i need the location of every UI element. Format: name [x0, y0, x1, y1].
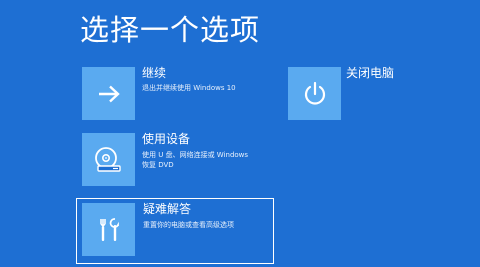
use-device-option[interactable]: 使用设备 使用 U 盘、网络连接或 Windows 恢复 DVD: [80, 132, 260, 195]
disc-drive-icon: [94, 146, 124, 174]
use-device-description: 使用 U 盘、网络连接或 Windows 恢复 DVD: [142, 151, 249, 169]
tools-icon: [96, 217, 122, 243]
page-title: 选择一个选项: [80, 13, 261, 47]
troubleshoot-description: 重置你的电脑或查看高级选项: [143, 221, 234, 229]
troubleshoot-tile[interactable]: [82, 203, 135, 256]
arrow-right-icon: [98, 85, 120, 103]
continue-tile[interactable]: [82, 67, 135, 120]
continue-description: 退出并继续使用 Windows 10: [142, 84, 236, 92]
troubleshoot-label: 疑难解答: [143, 202, 192, 216]
use-device-tile[interactable]: [82, 133, 135, 186]
troubleshoot-option[interactable]: 疑难解答 重置你的电脑或查看高级选项: [76, 198, 274, 264]
use-device-label: 使用设备: [142, 132, 191, 146]
continue-option[interactable]: 继续 退出并继续使用 Windows 10: [80, 66, 260, 129]
shutdown-tile[interactable]: [288, 67, 341, 120]
shutdown-label: 关闭电脑: [346, 66, 395, 80]
power-icon: [302, 81, 328, 107]
shutdown-option[interactable]: 关闭电脑: [286, 66, 446, 129]
continue-label: 继续: [142, 66, 167, 80]
